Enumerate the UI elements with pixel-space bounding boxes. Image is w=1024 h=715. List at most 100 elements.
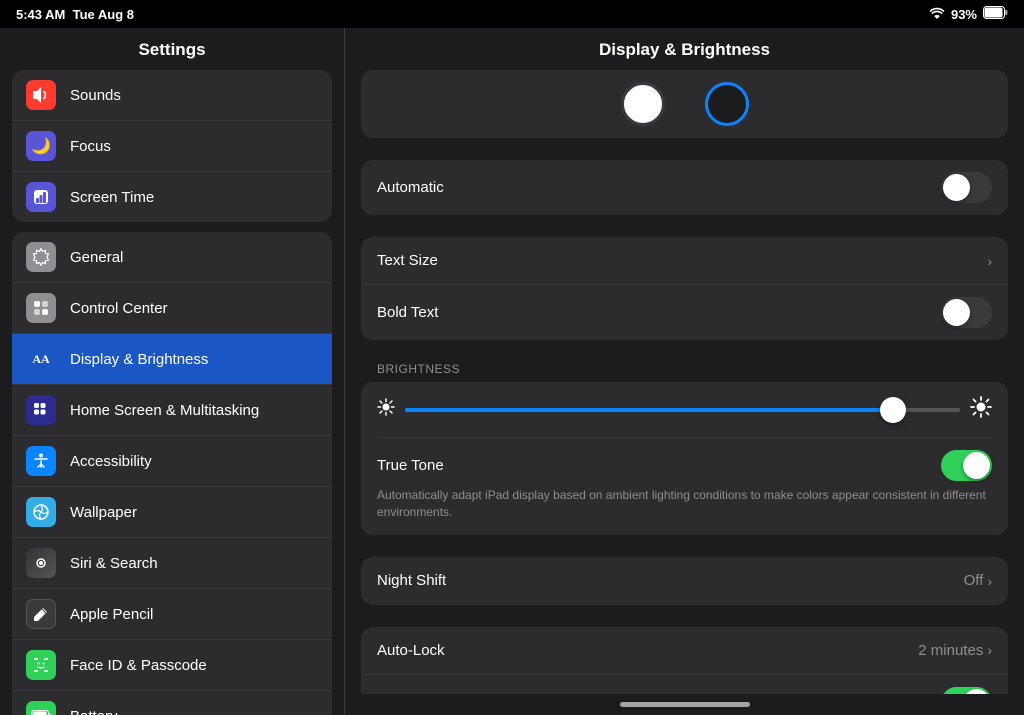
display-icon: AA [26, 344, 56, 374]
sidebar: Settings Sounds 🌙 Fo [0, 28, 345, 715]
sidebar-item-accessibility-label: Accessibility [70, 453, 152, 470]
appearance-light[interactable] [621, 82, 665, 126]
sidebar-item-screen-time-label: Screen Time [70, 189, 154, 206]
true-tone-label: True Tone [377, 457, 444, 474]
sidebar-item-general[interactable]: General [12, 232, 332, 283]
brightness-slider-track[interactable] [405, 408, 960, 412]
true-tone-toggle[interactable] [941, 450, 992, 481]
sidebar-item-screen-time[interactable]: Screen Time [12, 172, 332, 222]
sidebar-item-face-id[interactable]: Face ID & Passcode [12, 640, 332, 691]
light-mode-circle [621, 82, 665, 126]
sidebar-item-general-label: General [70, 249, 123, 266]
automatic-toggle-thumb [943, 174, 970, 201]
text-size-label: Text Size [377, 252, 438, 269]
lock-card: Auto-Lock 2 minutes › Lock / Unlock Auto… [361, 627, 1008, 694]
appearance-dark[interactable] [705, 82, 749, 126]
auto-lock-label: Auto-Lock [377, 642, 445, 659]
bold-text-row: Bold Text [361, 285, 1008, 340]
face-id-icon [26, 650, 56, 680]
automatic-row: Automatic [361, 160, 1008, 215]
bold-text-toggle-thumb [943, 299, 970, 326]
text-size-row[interactable]: Text Size › [361, 237, 1008, 285]
status-right: 93% [929, 6, 1008, 22]
sidebar-item-control-center-label: Control Center [70, 300, 168, 317]
sidebar-item-sounds-label: Sounds [70, 87, 121, 104]
lock-unlock-toggle-thumb [963, 689, 990, 694]
dark-mode-circle [705, 82, 749, 126]
sidebar-item-home-screen[interactable]: Home Screen & Multitasking [12, 385, 332, 436]
sounds-icon [26, 80, 56, 110]
night-shift-card: Night Shift Off › [361, 557, 1008, 605]
wallpaper-icon [26, 497, 56, 527]
status-bar: 5:43 AM Tue Aug 8 93% [0, 0, 1024, 28]
brightness-slider-fill [405, 408, 893, 412]
content-scroll: Automatic Text Size › Bold Text [345, 70, 1024, 694]
auto-lock-chevron: › [987, 642, 992, 658]
sidebar-item-apple-pencil-label: Apple Pencil [70, 606, 153, 623]
sidebar-item-focus[interactable]: 🌙 Focus [12, 121, 332, 172]
night-shift-value: Off › [964, 572, 992, 589]
sidebar-item-display-label: Display & Brightness [70, 351, 208, 368]
true-tone-description: Automatically adapt iPad display based o… [377, 487, 992, 521]
home-bar [620, 702, 750, 707]
lock-unlock-row: Lock / Unlock [361, 675, 1008, 694]
appearance-card [361, 70, 1008, 138]
accessibility-icon [26, 446, 56, 476]
automatic-toggle[interactable] [941, 172, 992, 203]
brightness-card: True Tone Automatically adapt iPad displ… [361, 382, 1008, 535]
sidebar-group-1: Sounds 🌙 Focus [12, 70, 332, 222]
sidebar-item-siri[interactable]: Siri & Search [12, 538, 332, 589]
siri-icon [26, 548, 56, 578]
control-center-icon [26, 293, 56, 323]
sidebar-item-siri-label: Siri & Search [70, 555, 158, 572]
wifi-icon [929, 7, 945, 22]
bold-text-toggle[interactable] [941, 297, 992, 328]
sidebar-item-focus-label: Focus [70, 138, 111, 155]
content-area: Display & Brightness Automatic [345, 28, 1024, 715]
night-shift-row[interactable]: Night Shift Off › [361, 557, 1008, 605]
text-size-value: › [987, 253, 992, 269]
true-tone-toggle-thumb [963, 452, 990, 479]
text-card: Text Size › Bold Text [361, 237, 1008, 340]
text-size-chevron: › [987, 253, 992, 269]
sidebar-item-face-id-label: Face ID & Passcode [70, 657, 207, 674]
sidebar-item-sounds[interactable]: Sounds [12, 70, 332, 121]
screen-time-icon [26, 182, 56, 212]
lock-unlock-toggle[interactable] [941, 687, 992, 694]
battery-percent: 93% [951, 7, 977, 22]
automatic-card: Automatic [361, 160, 1008, 215]
sun-small-icon [377, 398, 395, 421]
battery-icon [983, 6, 1008, 22]
battery-sidebar-icon [26, 701, 56, 715]
home-indicator [345, 694, 1024, 715]
automatic-label: Automatic [377, 179, 444, 196]
true-tone-row: True Tone [377, 437, 992, 481]
sidebar-item-battery[interactable]: Battery [12, 691, 332, 715]
main-layout: Settings Sounds 🌙 Fo [0, 28, 1024, 715]
sidebar-item-display[interactable]: AA Display & Brightness [12, 334, 332, 385]
auto-lock-value: 2 minutes › [918, 642, 992, 659]
sidebar-item-battery-label: Battery [70, 708, 118, 715]
sidebar-title: Settings [0, 28, 344, 70]
sidebar-item-apple-pencil[interactable]: Apple Pencil [12, 589, 332, 640]
brightness-slider-thumb [880, 397, 906, 423]
focus-icon: 🌙 [26, 131, 56, 161]
night-shift-chevron: › [987, 573, 992, 589]
status-time: 5:43 AM Tue Aug 8 [16, 7, 134, 22]
sidebar-item-wallpaper-label: Wallpaper [70, 504, 137, 521]
sidebar-content: Sounds 🌙 Focus [0, 70, 344, 715]
sidebar-item-accessibility[interactable]: Accessibility [12, 436, 332, 487]
apple-pencil-icon [26, 599, 56, 629]
sidebar-item-home-screen-label: Home Screen & Multitasking [70, 402, 259, 419]
brightness-section-label: BRIGHTNESS [377, 362, 1008, 376]
sidebar-group-2: General Control Center [12, 232, 332, 715]
bold-text-label: Bold Text [377, 304, 438, 321]
sun-large-icon [970, 396, 992, 423]
sidebar-item-control-center[interactable]: Control Center [12, 283, 332, 334]
auto-lock-row[interactable]: Auto-Lock 2 minutes › [361, 627, 1008, 675]
sidebar-item-wallpaper[interactable]: Wallpaper [12, 487, 332, 538]
night-shift-label: Night Shift [377, 572, 446, 589]
brightness-slider-row [377, 396, 992, 423]
general-icon [26, 242, 56, 272]
content-title: Display & Brightness [345, 28, 1024, 70]
